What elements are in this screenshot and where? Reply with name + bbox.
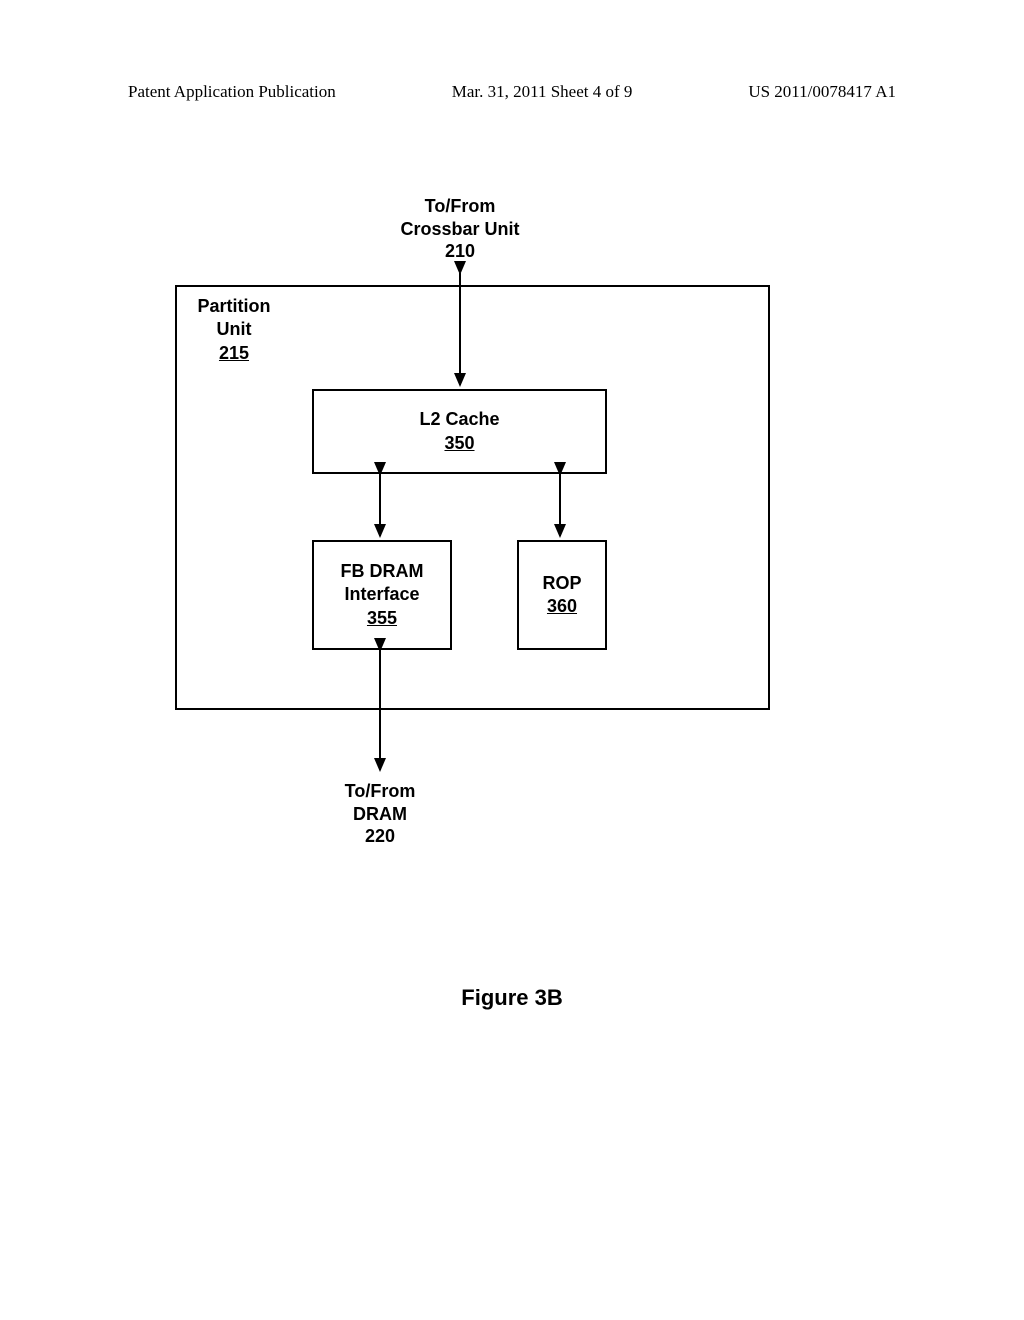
page-header: Patent Application Publication Mar. 31, … — [0, 82, 1024, 102]
partition-line2: Unit — [217, 319, 252, 339]
top-label-line3: 210 — [445, 241, 475, 261]
top-label-line1: To/From — [425, 196, 496, 216]
rop-num: 360 — [519, 595, 605, 618]
fb-num: 355 — [314, 607, 450, 630]
fb-line2: Interface — [314, 583, 450, 606]
l2-num: 350 — [314, 432, 605, 455]
rop-name: ROP — [519, 572, 605, 595]
bottom-external-label: To/From DRAM 220 — [315, 780, 445, 848]
fb-line1: FB DRAM — [314, 560, 450, 583]
l2-name: L2 Cache — [314, 408, 605, 431]
partition-num: 215 — [219, 343, 249, 363]
header-left: Patent Application Publication — [128, 82, 336, 102]
header-right: US 2011/0078417 A1 — [748, 82, 896, 102]
bottom-label-line3: 220 — [365, 826, 395, 846]
rop-box: ROP 360 — [517, 540, 607, 650]
figure-caption: Figure 3B — [0, 985, 1024, 1011]
partition-line1: Partition — [197, 296, 270, 316]
header-center: Mar. 31, 2011 Sheet 4 of 9 — [452, 82, 633, 102]
bottom-label-line2: DRAM — [353, 804, 407, 824]
partition-unit-label: Partition Unit 215 — [189, 295, 279, 365]
partition-unit-box: Partition Unit 215 L2 Cache 350 FB DRAM … — [175, 285, 770, 710]
fb-dram-interface-box: FB DRAM Interface 355 — [312, 540, 452, 650]
top-external-label: To/From Crossbar Unit 210 — [360, 195, 560, 263]
bottom-label-line1: To/From — [345, 781, 416, 801]
l2-cache-box: L2 Cache 350 — [312, 389, 607, 474]
top-label-line2: Crossbar Unit — [400, 219, 519, 239]
